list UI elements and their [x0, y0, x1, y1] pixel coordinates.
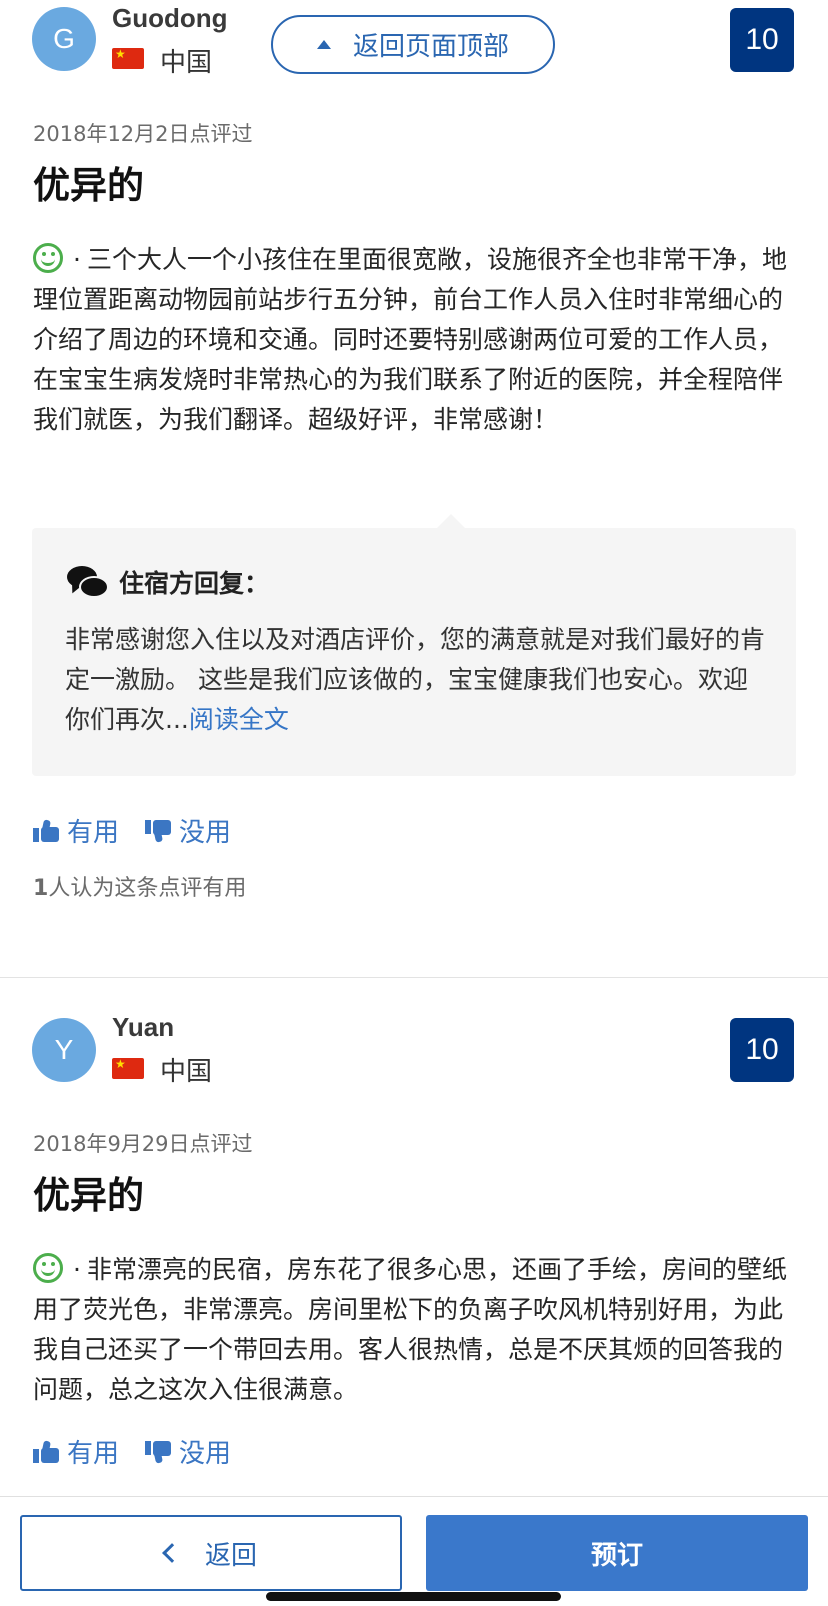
read-more-link[interactable]: 阅读全文 [189, 705, 289, 734]
caret-up-icon [316, 40, 331, 49]
thumbs-down-icon [145, 819, 172, 843]
china-flag-icon: ★ [112, 1057, 144, 1079]
thumbs-up-icon [33, 818, 59, 842]
not-helpful-button[interactable]: 没用 [145, 812, 231, 849]
chat-bubbles-icon [67, 564, 109, 600]
book-button[interactable]: 预订 [426, 1515, 808, 1591]
score-badge: 10 [730, 8, 794, 72]
smiling-face-icon [33, 243, 63, 273]
not-helpful-button[interactable]: 没用 [145, 1433, 231, 1470]
helpful-label: 有用 [67, 818, 120, 848]
review-body: 非常漂亮的民宿，房东花了很多心思，还画了手绘，房间的壁纸用了荧光色，非常漂亮。房… [33, 1255, 787, 1404]
chevron-left-icon [162, 1543, 182, 1563]
avatar: G [32, 7, 96, 71]
reply-caret [437, 514, 465, 528]
home-indicator[interactable] [266, 1592, 561, 1601]
reviewer-country: 中国 [160, 1057, 213, 1087]
review-text: · 非常漂亮的民宿，房东花了很多心思，还画了手绘，房间的壁纸用了荧光色，非常漂亮。… [33, 1250, 803, 1410]
book-label: 预订 [590, 1540, 643, 1571]
not-helpful-label: 没用 [179, 1439, 232, 1469]
review-date: 2018年9月29日点评过 [33, 1132, 253, 1156]
helpful-label: 有用 [67, 1439, 120, 1469]
review-title: 优异的 [33, 164, 144, 207]
back-button[interactable]: 返回 [20, 1515, 402, 1591]
review-divider [0, 977, 828, 978]
back-to-top-label: 返回页面顶部 [352, 32, 509, 62]
reply-text: 非常感谢您入住以及对酒店评价，您的满意就是对我们最好的肯定一激励。 这些是我们应… [65, 620, 765, 740]
back-to-top-button[interactable]: 返回页面顶部 [271, 15, 555, 74]
review-card: Y Yuan ★ 中国 10 2018年9月29日点评过 优异的 · 非常漂亮的民… [0, 1010, 828, 1490]
reviewer-name: Guodong [112, 3, 228, 33]
vote-row: 有用 没用 [33, 812, 257, 849]
review-title: 优异的 [33, 1174, 144, 1217]
back-label: 返回 [204, 1540, 257, 1571]
reviewer-country: 中国 [160, 48, 213, 78]
reviewer-name: Yuan [112, 1012, 175, 1042]
reply-body: 非常感谢您入住以及对酒店评价，您的满意就是对我们最好的肯定一激励。 这些是我们应… [65, 625, 766, 734]
bottom-action-bar: 返回 预订 [0, 1496, 828, 1606]
bullet: · [73, 1255, 81, 1284]
helpful-count: 1人认为这条点评有用 [33, 870, 246, 902]
smiling-face-icon [33, 1253, 63, 1283]
score-badge: 10 [730, 1018, 794, 1082]
bullet: · [73, 245, 81, 274]
host-reply-box: 住宿方回复： 非常感谢您入住以及对酒店评价，您的满意就是对我们最好的肯定一激励。… [32, 514, 796, 776]
not-helpful-label: 没用 [179, 818, 232, 848]
review-card: G Guodong ★ 中国 10 2018年12月2日点评过 优异的 · 三个大… [0, 0, 828, 955]
thumbs-down-icon [145, 1440, 172, 1464]
helpful-button[interactable]: 有用 [33, 812, 119, 849]
helpful-count-number: 1 [33, 876, 49, 901]
helpful-count-text: 人认为这条点评有用 [48, 876, 247, 901]
reply-title: 住宿方回复： [119, 569, 270, 598]
avatar: Y [32, 1018, 96, 1082]
vote-row: 有用 没用 [33, 1433, 257, 1470]
reply-header: 住宿方回复： [67, 564, 269, 600]
review-date: 2018年12月2日点评过 [33, 122, 253, 146]
review-text: · 三个大人一个小孩住在里面很宽敞，设施很齐全也非常干净，地理位置距离动物园前站步… [33, 240, 803, 440]
review-body: 三个大人一个小孩住在里面很宽敞，设施很齐全也非常干净，地理位置距离动物园前站步行… [33, 245, 787, 434]
china-flag-icon: ★ [112, 47, 144, 69]
helpful-button[interactable]: 有用 [33, 1433, 119, 1470]
thumbs-up-icon [33, 1439, 59, 1463]
